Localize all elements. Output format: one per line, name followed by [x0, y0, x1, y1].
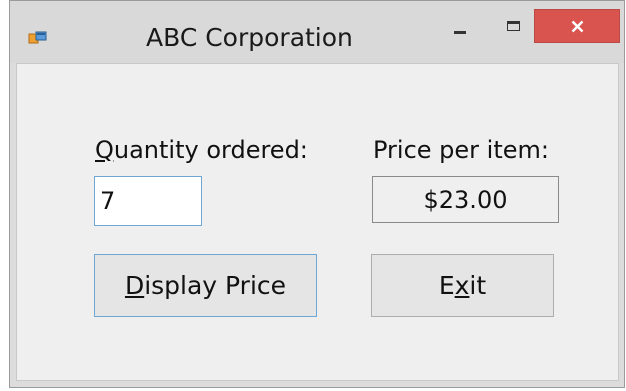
quantity-input[interactable] [94, 176, 202, 226]
price-label: Price per item: [373, 136, 549, 164]
maximize-button[interactable] [491, 11, 533, 39]
title-bar[interactable]: ABC Corporation [10, 1, 624, 63]
window-title: ABC Corporation [146, 23, 353, 52]
price-output: $23.00 [372, 176, 559, 223]
form-body: Quantity ordered: Price per item: $23.00… [16, 63, 619, 381]
close-icon [571, 20, 584, 33]
maximize-icon [507, 21, 520, 31]
app-window: ABC Corporation Quantity ordered: Price … [9, 0, 625, 388]
exit-button[interactable]: Ex it [371, 254, 554, 317]
display-price-button[interactable]: Display Price [94, 254, 317, 317]
app-icon[interactable] [28, 31, 48, 47]
close-button[interactable] [534, 9, 620, 43]
quantity-label: Quantity ordered: [95, 136, 308, 164]
minimize-button[interactable] [439, 11, 481, 39]
minimize-icon [454, 31, 466, 34]
